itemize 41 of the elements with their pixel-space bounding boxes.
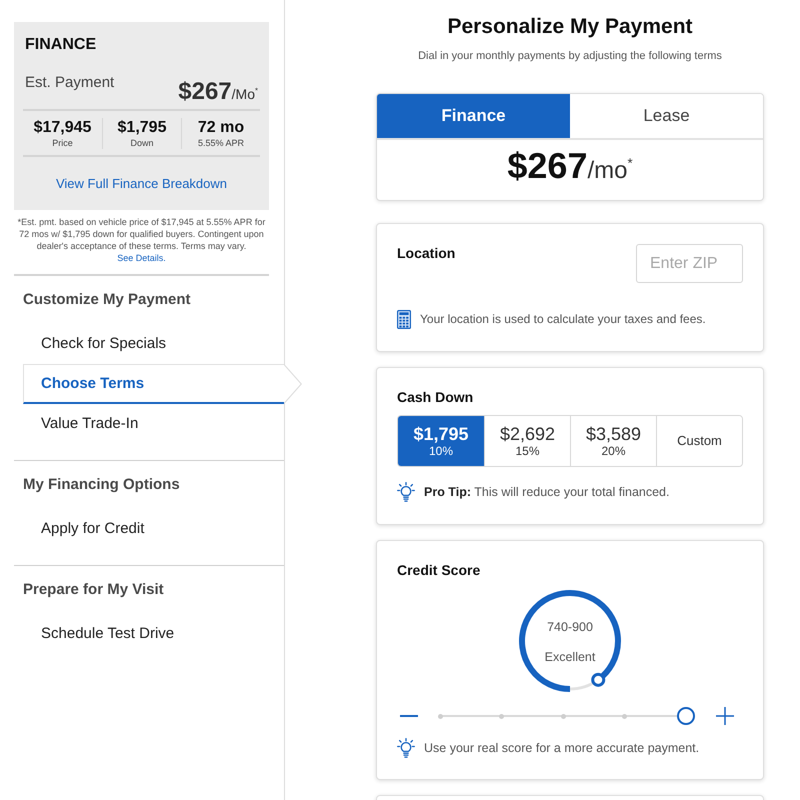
pro-tip-text: Pro Tip: This will reduce your total financed.: [424, 484, 670, 501]
stat-value: 72 mo: [198, 118, 244, 137]
lightbulb-icon: [397, 738, 415, 758]
section-heading: Prepare for My Visit: [23, 581, 164, 599]
step-dot-icon: [622, 714, 627, 718]
stat-value: $17,945: [34, 118, 92, 137]
payment-label: Est. Payment: [25, 74, 114, 92]
zip-input[interactable]: Enter ZIP: [636, 244, 743, 283]
plus-icon[interactable]: [716, 707, 734, 725]
step-dot-icon: [499, 714, 504, 718]
slider-thumb[interactable]: [677, 707, 695, 725]
step-dot-icon: [438, 714, 442, 718]
card-title: Cash Down: [397, 388, 474, 406]
stat-value: $1,795: [118, 118, 166, 137]
cash-down-option[interactable]: $1,795 10%: [398, 416, 484, 466]
section-heading: Customize My Payment: [23, 291, 191, 309]
calculator-icon: [397, 310, 411, 328]
score-rating: Excellent: [544, 649, 596, 666]
page-subtitle: Dial in your monthly payments by adjusting the following terms: [418, 49, 722, 63]
dial-handle[interactable]: [591, 672, 606, 687]
score-tip-text: Use your real score for a more accurate payment.: [424, 740, 700, 757]
section-heading: My Financing Options: [23, 476, 180, 494]
card-title: Location: [397, 244, 456, 262]
page-title: Personalize My Payment: [447, 14, 693, 40]
score-range: 740-900: [547, 619, 593, 636]
location-note: Your location is used to calculate your taxes and fees.: [420, 311, 706, 328]
card-title: Credit Score: [397, 561, 480, 579]
payment-type-tab[interactable]: Finance: [377, 94, 570, 138]
payment-type-tab[interactable]: Lease: [570, 94, 763, 138]
breakdown-link[interactable]: View Full Finance Breakdown: [56, 176, 227, 192]
see-details-link[interactable]: See Details.: [117, 253, 166, 263]
disclaimer-text: *Est. pmt. based on vehicle price of $17,945 at 5.55% APR for 72 mos w/ $1,795 down for qualified buyers. Contingent upon dealer's acceptance of these terms. Terms may vary. See Details.: [16, 216, 266, 264]
summary-title: FINANCE: [25, 36, 98, 54]
step-dot-icon: [560, 714, 566, 718]
lightbulb-icon: [397, 482, 415, 502]
payment-amount: $267/Mo$^{*}$: [178, 78, 258, 107]
cash-down-option[interactable]: Custom: [656, 416, 742, 466]
stat-label: Down: [130, 137, 154, 149]
stat-label: Price: [52, 137, 73, 149]
stat-label: 5.55% APR: [198, 137, 244, 149]
monthly-payment: $267/mo$^{*}$: [507, 146, 633, 188]
